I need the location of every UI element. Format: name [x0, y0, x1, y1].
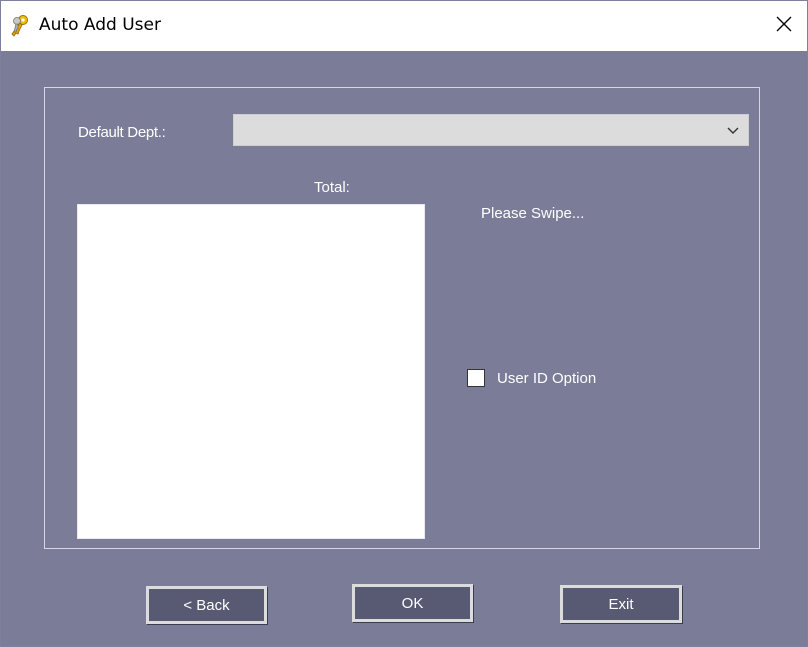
swipe-status: Please Swipe... [481, 205, 585, 222]
window-title: Auto Add User [39, 15, 161, 35]
checkbox-box[interactable] [467, 369, 485, 387]
ok-button[interactable]: OK [352, 584, 473, 622]
close-button[interactable] [761, 1, 807, 51]
chevron-down-icon [726, 123, 740, 137]
user-list[interactable] [77, 204, 425, 539]
default-dept-label: Default Dept.: [78, 124, 166, 141]
user-id-option-label: User ID Option [497, 369, 597, 387]
keys-icon [9, 14, 31, 38]
title-bar: Auto Add User [1, 1, 807, 51]
default-dept-dropdown[interactable] [233, 114, 749, 146]
exit-button[interactable]: Exit [560, 585, 682, 623]
auto-add-user-window: Auto Add User Default Dept.: Total: Plea… [0, 0, 808, 647]
total-label: Total: [314, 179, 350, 196]
back-button[interactable]: < Back [146, 586, 267, 624]
close-icon [776, 16, 792, 37]
user-id-option-checkbox[interactable]: User ID Option [467, 369, 596, 387]
